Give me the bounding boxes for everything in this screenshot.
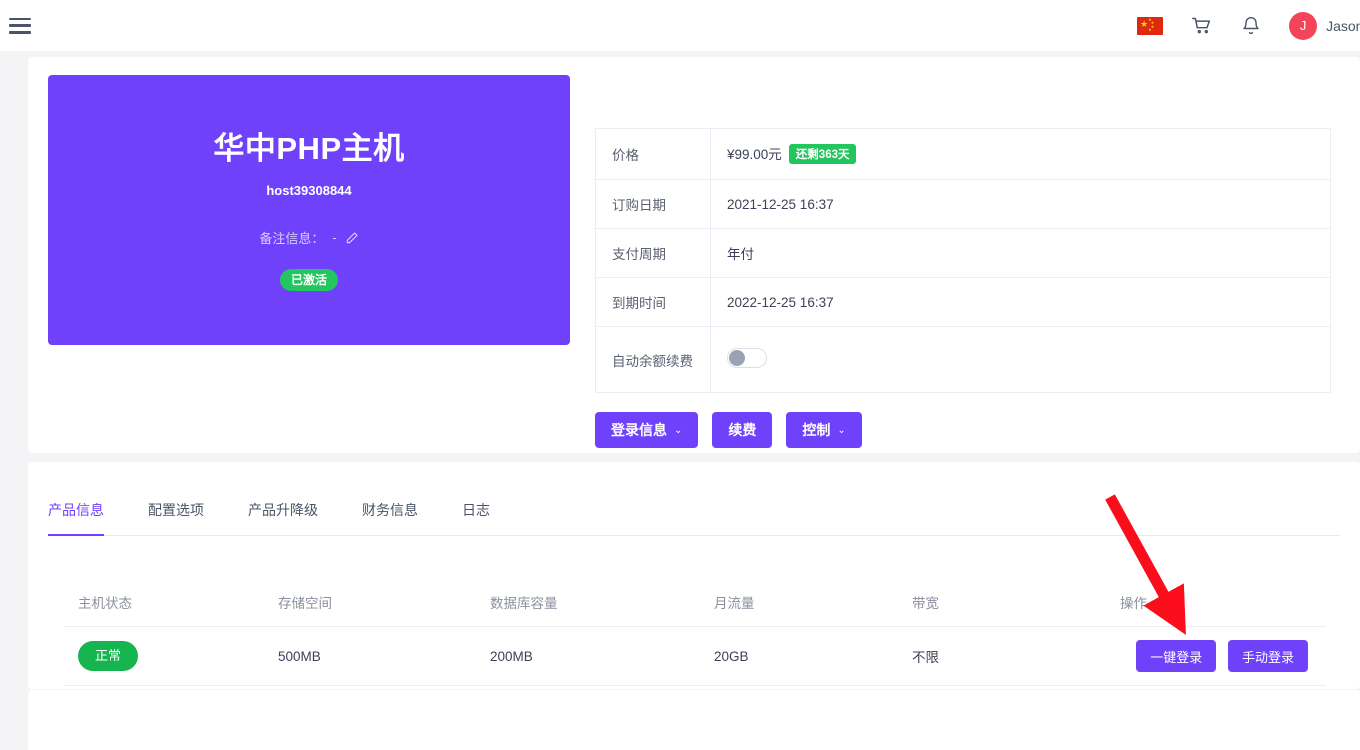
chevron-down-icon: ⌄ [837, 425, 845, 436]
tab-product-info[interactable]: 产品信息 [48, 500, 104, 535]
tab-config-options[interactable]: 配置选项 [148, 500, 204, 535]
info-value-price: ¥99.00元还剩363天 [711, 129, 1331, 180]
table-row: 到期时间 2022-12-25 16:37 [596, 278, 1331, 327]
info-value-billing-cycle: 年付 [711, 229, 1331, 278]
user-name-label: Jason [1326, 18, 1360, 34]
header-database: 数据库容量 [476, 582, 700, 627]
table-row: 自动余额续费 [596, 327, 1331, 393]
host-status-badge: 正常 [78, 641, 138, 671]
auto-renew-toggle[interactable] [727, 348, 767, 368]
renew-button[interactable]: 续费 [712, 412, 772, 448]
info-value-order-date: 2021-12-25 16:37 [711, 180, 1331, 229]
info-label-order-date: 订购日期 [596, 180, 711, 229]
tab-upgrade-downgrade[interactable]: 产品升降级 [248, 500, 318, 535]
host-hero-panel: 华中PHP主机 host39308844 备注信息： - 已激活 [48, 75, 570, 345]
hostname-label: host39308844 [48, 183, 570, 198]
next-card-partial [28, 690, 1360, 750]
info-label-price: 价格 [596, 129, 711, 180]
header-host-status: 主机状态 [64, 582, 264, 627]
user-menu[interactable]: J Jason ▾ [1289, 12, 1360, 40]
info-label-billing-cycle: 支付周期 [596, 229, 711, 278]
header-bandwidth: 带宽 [898, 582, 1106, 627]
info-label-auto-renew: 自动余额续费 [596, 327, 711, 393]
login-info-label: 登录信息 [611, 420, 667, 440]
table-row: 订购日期 2021-12-25 16:37 [596, 180, 1331, 229]
cell-operations: 一键登录 手动登录 [1106, 627, 1326, 686]
left-rail [0, 51, 28, 698]
renew-label: 续费 [728, 420, 756, 440]
header-actions: ★ ★ ★ ★ ★ J Jason ▾ [1137, 0, 1360, 51]
table-row: 正常 500MB 200MB 20GB 不限 一键登录 手动登录 [64, 627, 1326, 686]
control-label: 控制 [802, 420, 830, 440]
host-action-buttons: 登录信息 ⌄ 续费 控制 ⌄ [595, 412, 862, 448]
one-click-login-button[interactable]: 一键登录 [1136, 640, 1216, 672]
cell-database: 200MB [476, 627, 700, 686]
table-header-row: 主机状态 存储空间 数据库容量 月流量 带宽 操作 [64, 582, 1326, 627]
remark-row: 备注信息： - [48, 228, 570, 247]
china-flag-icon[interactable]: ★ ★ ★ ★ ★ [1137, 17, 1163, 35]
avatar: J [1289, 12, 1317, 40]
header-storage: 存储空间 [264, 582, 476, 627]
flag-star-4: ★ [1148, 28, 1152, 32]
product-info-table: 主机状态 存储空间 数据库容量 月流量 带宽 操作 正常 500MB 200MB… [64, 582, 1326, 686]
top-header-bar: ★ ★ ★ ★ ★ J Jason ▾ [0, 0, 1360, 51]
remark-label: 备注信息： [259, 228, 324, 247]
page-title: 华中PHP主机 [48, 129, 570, 169]
pencil-edit-icon[interactable] [345, 231, 359, 245]
tab-logs[interactable]: 日志 [462, 500, 490, 535]
remaining-days-badge: 还剩363天 [789, 144, 857, 164]
hamburger-menu-icon[interactable] [9, 18, 31, 34]
control-button[interactable]: 控制 ⌄ [786, 412, 861, 448]
host-info-table: 价格 ¥99.00元还剩363天 订购日期 2021-12-25 16:37 支… [595, 128, 1331, 393]
table-row: 支付周期 年付 [596, 229, 1331, 278]
details-card: 产品信息 配置选项 产品升降级 财务信息 日志 主机状态 存储空间 数据库容量 … [28, 462, 1360, 689]
header-monthly-traffic: 月流量 [700, 582, 898, 627]
info-value-expiry: 2022-12-25 16:37 [711, 278, 1331, 327]
cell-monthly-traffic: 20GB [700, 627, 898, 686]
page-content: 华中PHP主机 host39308844 备注信息： - 已激活 价格 ¥99.… [28, 51, 1360, 698]
header-operations: 操作 [1106, 582, 1326, 627]
login-info-button[interactable]: 登录信息 ⌄ [595, 412, 698, 448]
tab-billing-info[interactable]: 财务信息 [362, 500, 418, 535]
price-value: ¥99.00元 [727, 147, 782, 162]
cell-storage: 500MB [264, 627, 476, 686]
info-value-auto-renew [711, 327, 1331, 393]
chevron-down-icon: ⌄ [674, 425, 682, 436]
status-badge: 已激活 [280, 269, 338, 291]
shopping-cart-icon[interactable] [1189, 14, 1213, 38]
remark-value: - [332, 230, 336, 245]
manual-login-button[interactable]: 手动登录 [1228, 640, 1308, 672]
flag-star-large: ★ [1140, 20, 1148, 29]
cell-bandwidth: 不限 [898, 627, 1106, 686]
cell-host-status: 正常 [64, 627, 264, 686]
toggle-knob [729, 350, 745, 366]
info-label-expiry: 到期时间 [596, 278, 711, 327]
details-tabs: 产品信息 配置选项 产品升降级 财务信息 日志 [48, 500, 1340, 536]
table-row: 价格 ¥99.00元还剩363天 [596, 129, 1331, 180]
notification-bell-icon[interactable] [1239, 14, 1263, 38]
